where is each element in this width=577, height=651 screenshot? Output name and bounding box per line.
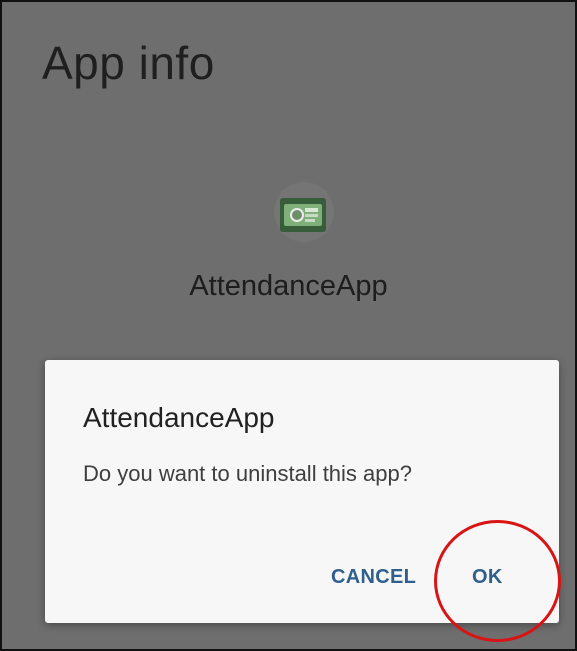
app-launcher-icon <box>280 198 326 232</box>
ok-button[interactable]: OK <box>472 566 503 589</box>
dialog-message: Do you want to uninstall this app? <box>83 461 412 486</box>
cancel-button[interactable]: CANCEL <box>331 566 416 589</box>
app-name: AttendanceApp <box>189 270 388 302</box>
dialog-title: AttendanceApp <box>83 402 275 433</box>
phone-screen: App info AttendanceApp AttendanceApp Do … <box>0 0 577 651</box>
page-title: App info <box>42 37 215 89</box>
uninstall-dialog: AttendanceApp Do you want to uninstall t… <box>45 360 559 623</box>
